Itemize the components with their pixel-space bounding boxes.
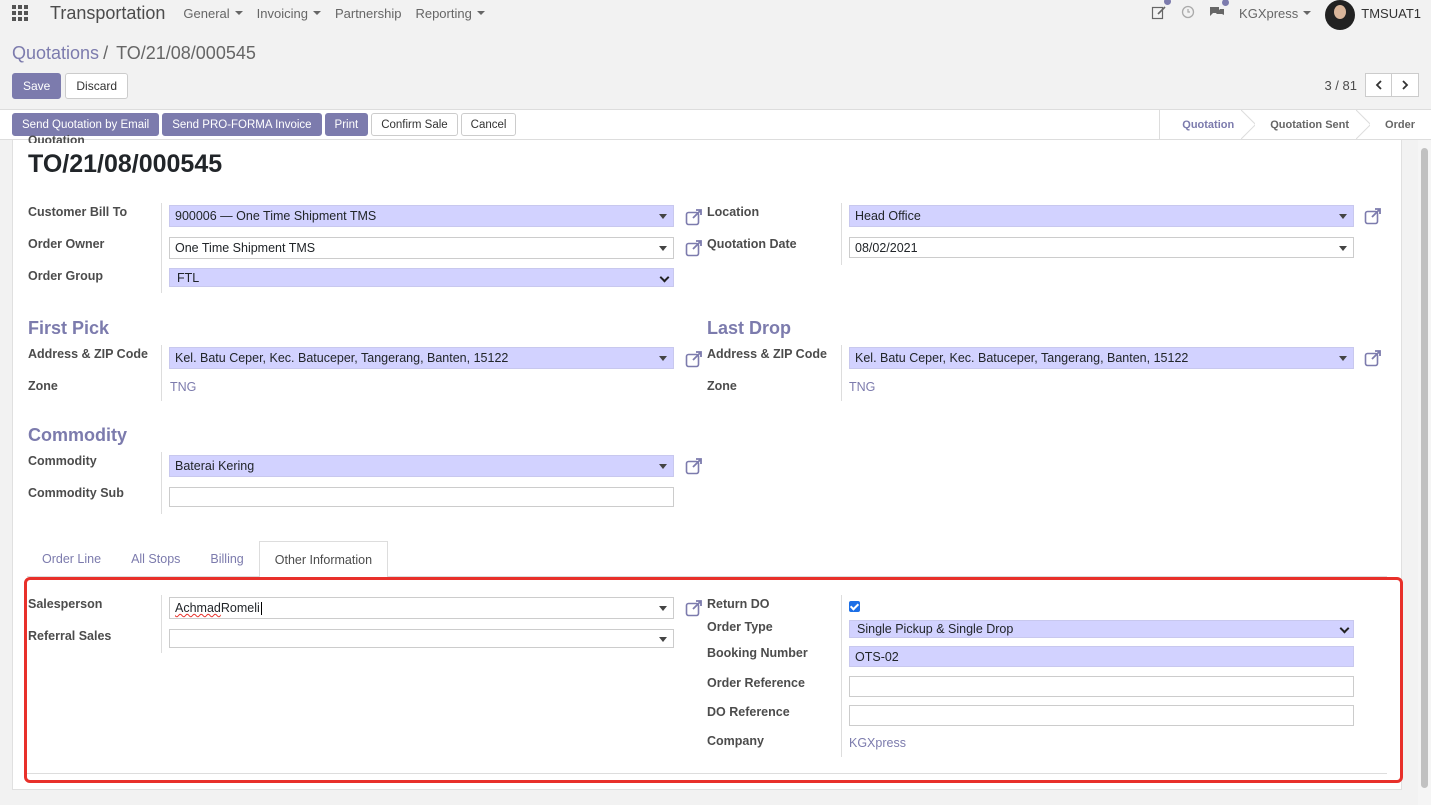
document-title: TO/21/08/000545 (28, 150, 223, 178)
company-switcher[interactable]: KGXpress (1239, 6, 1312, 21)
caret-down-icon (476, 11, 485, 15)
quotation-date-label: Quotation Date (707, 237, 797, 251)
commodity-label: Commodity (28, 454, 97, 468)
discard-button[interactable]: Discard (65, 73, 129, 99)
commodity-sub-field[interactable] (169, 487, 674, 507)
document-type-label: Quotation (28, 133, 85, 143)
quotation-date-field[interactable]: 08/02/2021 (849, 237, 1354, 258)
last-drop-address-label: Address & ZIP Code (707, 347, 827, 361)
breadcrumb: Quotations / TO/21/08/000545 (12, 43, 256, 63)
location-field[interactable]: Head Office (849, 205, 1354, 227)
caret-down-icon (234, 11, 243, 15)
apps-menu-icon[interactable] (0, 0, 40, 26)
tab-other-information[interactable]: Other Information (258, 541, 389, 577)
dropdown-arrow-icon (659, 214, 667, 219)
edit-note-icon[interactable] (1151, 0, 1172, 23)
breadcrumb-current: TO/21/08/000545 (116, 43, 256, 63)
stage-quotation[interactable]: Quotation (1160, 110, 1248, 139)
first-pick-address-label: Address & ZIP Code (28, 347, 148, 361)
pager-value[interactable]: 3 / 81 (1324, 78, 1357, 93)
external-link-icon[interactable] (685, 208, 703, 226)
commodity-sub-label: Commodity Sub (28, 486, 124, 500)
customer-bill-to-label: Customer Bill To (28, 205, 128, 219)
stage-quotation-sent[interactable]: Quotation Sent (1248, 110, 1363, 139)
breadcrumb-quotations[interactable]: Quotations (12, 43, 99, 63)
menu-reporting[interactable]: Reporting (415, 6, 485, 21)
send-proforma-invoice-button[interactable]: Send PRO-FORMA Invoice (162, 113, 322, 136)
user-menu[interactable]: TMSUAT1 (1361, 6, 1421, 21)
dropdown-arrow-icon (659, 464, 667, 469)
avatar[interactable] (1325, 0, 1356, 30)
first-pick-title: First Pick (28, 318, 110, 338)
pager: 3 / 81 (1324, 73, 1419, 97)
external-link-icon[interactable] (1364, 207, 1382, 225)
commodity-field[interactable]: Baterai Kering (169, 455, 674, 477)
chevron-down-icon (659, 272, 670, 283)
cancel-button[interactable]: Cancel (460, 113, 517, 136)
dropdown-arrow-icon (659, 246, 667, 251)
stage-order[interactable]: Order (1363, 110, 1431, 139)
order-group-label: Order Group (28, 269, 104, 283)
print-button[interactable]: Print (324, 113, 369, 136)
confirm-sale-button[interactable]: Confirm Sale (371, 113, 458, 136)
external-link-icon[interactable] (1364, 349, 1382, 367)
tab-billing[interactable]: Billing (195, 541, 258, 577)
last-drop-zone-link[interactable]: TNG (849, 380, 875, 394)
clock-icon[interactable] (1181, 5, 1195, 22)
external-link-icon[interactable] (685, 239, 703, 257)
customer-bill-to-field[interactable]: 900006 — One Time Shipment TMS (169, 205, 674, 227)
stage-bar: Quotation Quotation Sent Order (1159, 110, 1431, 139)
external-link-icon[interactable] (685, 457, 703, 475)
last-drop-title: Last Drop (707, 318, 792, 338)
external-link-icon[interactable] (685, 350, 703, 368)
menu-invoicing[interactable]: Invoicing (257, 6, 321, 21)
menu-partnership[interactable]: Partnership (335, 6, 401, 21)
order-group-select[interactable]: FTL (169, 268, 674, 287)
dropdown-arrow-icon (1339, 356, 1347, 361)
save-button[interactable]: Save (12, 73, 62, 99)
first-pick-zone-link[interactable]: TNG (170, 380, 196, 394)
pager-next-button[interactable] (1392, 73, 1419, 97)
notebook-tabs: Order Line All Stops Billing Other Infor… (27, 541, 389, 577)
top-navbar: Transportation General Invoicing Partner… (0, 0, 1431, 30)
dropdown-arrow-icon (1339, 214, 1347, 219)
highlight-box (24, 577, 1403, 783)
caret-down-icon (312, 11, 321, 15)
last-drop-zone-label: Zone (707, 379, 737, 393)
order-owner-label: Order Owner (28, 237, 105, 251)
location-label: Location (707, 205, 760, 219)
pager-previous-button[interactable] (1365, 73, 1392, 97)
commodity-section-title: Commodity (28, 425, 127, 445)
order-owner-field[interactable]: One Time Shipment TMS (169, 237, 674, 259)
chat-icon[interactable] (1209, 0, 1230, 22)
status-bar: Send Quotation by Email Send PRO-FORMA I… (0, 109, 1431, 140)
menu-general[interactable]: General (183, 6, 243, 21)
scrollbar[interactable] (1418, 140, 1431, 805)
app-title: Transportation (50, 2, 166, 23)
first-pick-address-field[interactable]: Kel. Batu Ceper, Kec. Batuceper, Tangera… (169, 347, 674, 369)
dropdown-arrow-icon (1339, 246, 1347, 251)
tab-all-stops[interactable]: All Stops (116, 541, 195, 577)
dropdown-arrow-icon (659, 356, 667, 361)
last-drop-address-field[interactable]: Kel. Batu Ceper, Kec. Batuceper, Tangera… (849, 347, 1354, 369)
first-pick-zone-label: Zone (28, 379, 58, 393)
caret-down-icon (1303, 11, 1312, 15)
tab-order-line[interactable]: Order Line (27, 541, 116, 577)
